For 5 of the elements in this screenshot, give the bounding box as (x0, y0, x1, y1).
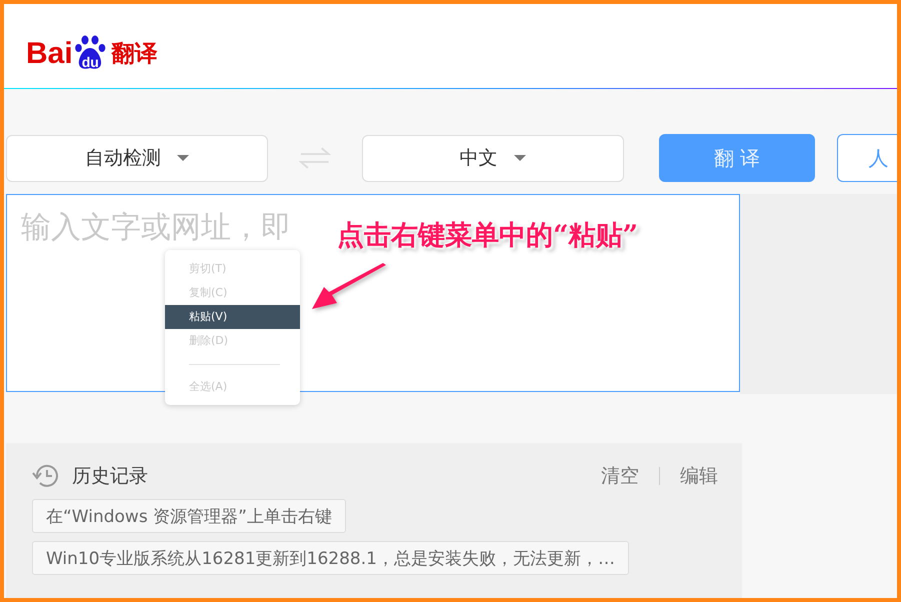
annotation-text: 点击右键菜单中的“粘贴” (337, 219, 638, 253)
logo-text: du (82, 55, 99, 69)
logo-text: 翻译 (112, 40, 158, 69)
logo-text: Bai (26, 39, 73, 69)
history-title: 历史记录 (72, 464, 148, 489)
